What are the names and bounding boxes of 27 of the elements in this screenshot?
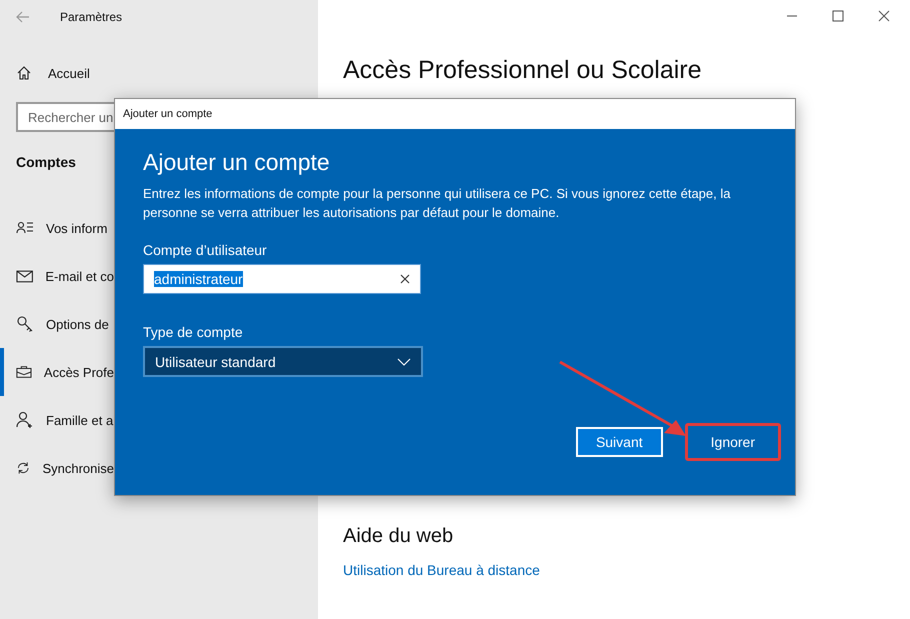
key-icon [16,315,34,333]
sidebar-item[interactable]: Synchronise [0,444,114,492]
chevron-down-icon [397,358,411,366]
dialog-heading: Ajouter un compte [143,149,331,176]
next-button[interactable]: Suivant [576,427,663,457]
section-heading: Comptes [16,154,76,170]
close-icon[interactable] [878,10,890,22]
sidebar-item[interactable]: E-mail et co [0,252,114,300]
sidebar-item[interactable]: Famille et a [0,396,114,444]
clear-icon[interactable] [400,274,410,284]
section-heading: Aide du web [343,525,454,548]
field-label: Type de compte [143,324,244,340]
dialog-description: Entrez les informations de compte pour la personne qui utilisera ce PC. Si vous ignorez cette étape, la personne se verra attribuer les autorisations par défaut pour le domaine. [143,185,732,222]
dialog-title: Ajouter un compte [115,99,795,129]
maximize-icon[interactable] [832,10,844,22]
home-icon [16,65,32,81]
page-title: Accès Professionnel ou Scolaire [343,56,703,85]
briefcase-icon [16,363,32,381]
username-field[interactable]: administrateur [143,264,421,294]
sidebar-item[interactable]: Vos inform [0,204,114,252]
field-label: Compte d’utilisateur [143,242,268,258]
person-plus-icon [16,411,34,429]
window-title: Paramètres [60,10,122,24]
help-link[interactable]: Utilisation du Bureau à distance [343,562,910,578]
sidebar-item[interactable]: Options de [0,300,114,348]
home-nav-item[interactable]: Accueil [16,54,318,92]
account-type-dropdown[interactable]: Utilisateur standard [143,346,423,377]
